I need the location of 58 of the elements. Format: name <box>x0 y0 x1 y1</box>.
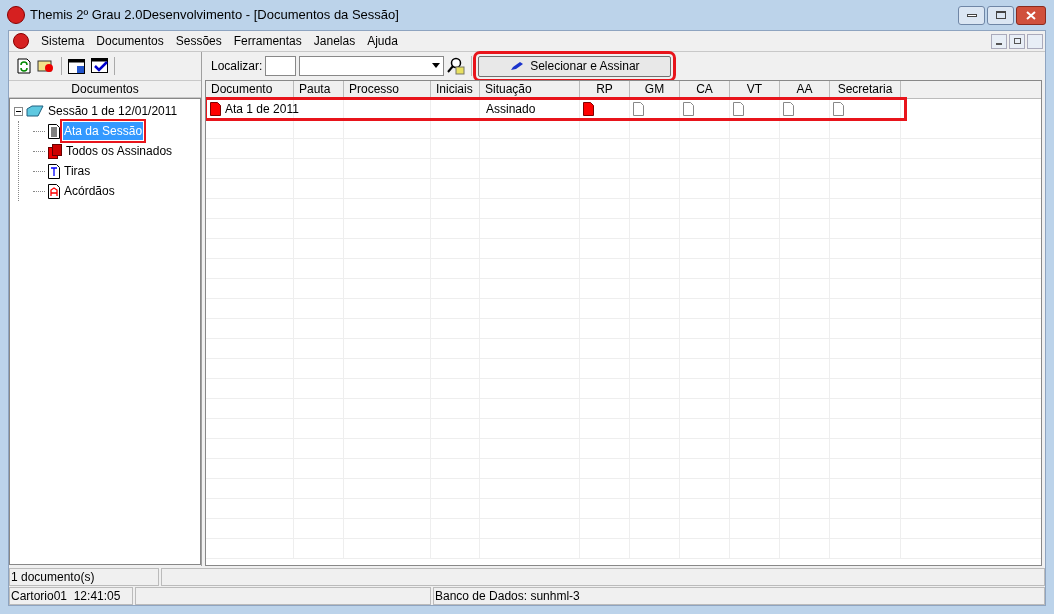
collapse-toggle[interactable] <box>14 106 23 116</box>
document-icon <box>48 123 60 139</box>
column-header[interactable]: Documento <box>206 81 294 98</box>
restore-button[interactable] <box>1009 33 1025 49</box>
column-header[interactable]: Secretaria <box>830 81 901 98</box>
lettered-page-icon <box>48 183 60 199</box>
dropdown-arrow-icon <box>431 63 442 69</box>
minimize-button[interactable] <box>958 5 985 25</box>
search-icon[interactable] <box>447 57 466 75</box>
column-header[interactable]: Processo <box>344 81 431 98</box>
column-header[interactable]: Situação <box>480 81 580 98</box>
close-icon <box>1026 10 1036 20</box>
tree-item[interactable]: Acórdãos <box>63 182 116 200</box>
column-header[interactable]: Pauta <box>294 81 344 98</box>
status-count: 1 documento(s) <box>9 568 159 586</box>
status-user-time: Cartorio01 12:41:05 <box>9 587 133 605</box>
blank-page-icon <box>733 101 744 116</box>
document-icon <box>210 101 221 116</box>
table-cell-text: Assinado <box>486 100 536 118</box>
menu-item[interactable]: Documentos <box>96 32 164 50</box>
minimize-button[interactable] <box>991 33 1007 49</box>
app-logo-icon <box>13 33 29 49</box>
table-row[interactable]: Ata 1 de 2011 Assinado <box>206 99 905 119</box>
table-cell-text: Ata 1 de 2011 <box>225 100 299 118</box>
column-header[interactable]: CA <box>680 81 730 98</box>
pen-icon <box>510 61 525 71</box>
refresh-icon[interactable] <box>17 58 31 74</box>
tree-item[interactable]: Tiras <box>63 162 92 180</box>
tree-item[interactable]: Sessão 1 de 12/01/2011 <box>47 102 179 120</box>
menu-item[interactable]: Ajuda <box>367 32 398 50</box>
folder-icon <box>26 105 44 117</box>
column-header[interactable]: GM <box>630 81 680 98</box>
blank-page-icon <box>683 101 694 116</box>
status-database: Banco de Dados: sunhml-3 <box>433 587 1045 605</box>
search-label: Localizar: <box>211 58 263 75</box>
blank-page-icon <box>783 101 794 116</box>
checklist-icon[interactable] <box>91 58 108 74</box>
folder-add-icon[interactable] <box>37 58 55 74</box>
panel-header: Documentos <box>9 80 201 98</box>
blank-page-icon <box>833 101 844 116</box>
column-header[interactable]: Iniciais <box>431 81 480 98</box>
window-title: Themis 2º Grau 2.0Desenvolvimento - [Documentos da Sessão] <box>30 6 399 25</box>
menu-item[interactable]: Sessões <box>175 32 222 50</box>
signed-page-icon <box>583 101 594 116</box>
menu-item[interactable]: Janelas <box>313 32 356 50</box>
lettered-page-icon <box>48 163 60 179</box>
column-header[interactable]: RP <box>580 81 630 98</box>
tree-item[interactable]: Todos os Assinados <box>65 142 174 160</box>
menu-item[interactable]: Sistema <box>41 32 85 50</box>
calculator-window-icon[interactable] <box>68 58 85 74</box>
column-header[interactable]: AA <box>780 81 830 98</box>
blank-page-icon <box>633 101 644 116</box>
search-field[interactable] <box>265 56 297 76</box>
app-logo-icon <box>7 6 25 24</box>
menu-item[interactable]: Ferramentas <box>233 32 302 50</box>
stacked-books-icon <box>48 143 62 159</box>
maximize-button[interactable] <box>987 5 1014 25</box>
column-header[interactable]: VT <box>730 81 780 98</box>
